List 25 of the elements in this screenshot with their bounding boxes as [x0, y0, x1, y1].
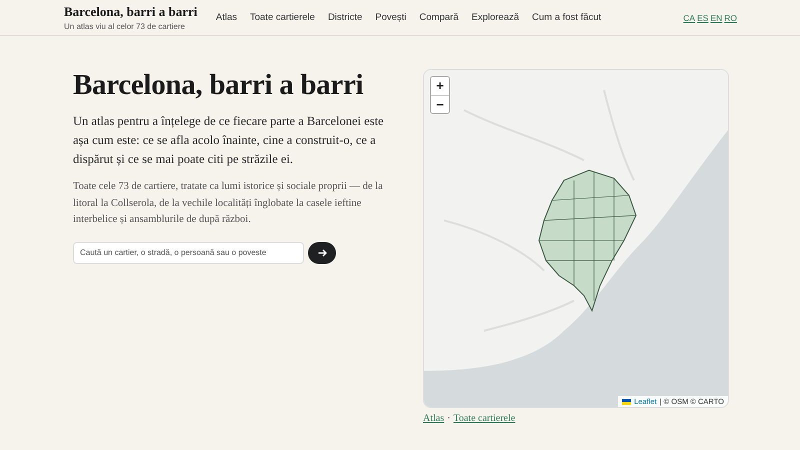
breadcrumb-link[interactable]: Toate cartierele — [453, 413, 516, 424]
site-title[interactable]: Barcelona, barri a barri — [64, 4, 198, 20]
language-link[interactable]: CA — [683, 12, 696, 22]
language-link[interactable]: ES — [697, 12, 708, 22]
page-heading: Barcelona, barri a barri — [73, 69, 364, 102]
language-link[interactable]: EN — [710, 12, 722, 22]
arrow-right-icon — [318, 248, 326, 256]
breadcrumb-separator: · — [447, 413, 450, 424]
zoom-in-button[interactable]: + — [431, 77, 449, 95]
flag-icon — [622, 398, 632, 404]
nav-link[interactable]: Toate cartierele — [243, 12, 322, 23]
breadcrumb-link[interactable]: Atlas — [423, 413, 444, 424]
nav-link[interactable]: Districte — [321, 12, 369, 23]
language-link[interactable]: RO — [724, 12, 737, 22]
nav-link[interactable]: Explorează — [464, 12, 526, 23]
nav-link[interactable]: Atlas — [209, 12, 244, 23]
search-button[interactable] — [308, 242, 336, 264]
search-field[interactable]: Caută un cartier, o stradă, o persoană sau o poveste — [73, 242, 304, 264]
lead-paragraph: Un atlas pentru a înțelege de ce fiecare parte a Barcelonei este așa cum este: ce se afla acolo înainte, cine a construit-o, ce a dispărut și ce se mai poate citi pe străzile ei. — [73, 113, 385, 168]
intro-paragraph: Toate cele 73 de cartiere, tratate ca lumi istorice și sociale proprii — de la litoral la Collserola, de la vechile localități înglobate la casele ieftine interbelice și ansamblurile de după război. — [73, 180, 384, 227]
nav-link[interactable]: Povești — [368, 12, 413, 23]
nav-link[interactable]: Cum a fost făcut — [526, 12, 608, 23]
site-subtitle: Un atlas viu al celor 73 de cartiere — [64, 22, 186, 31]
zoom-out-button[interactable]: − — [431, 95, 449, 113]
nav-link[interactable]: Compară — [412, 12, 465, 23]
